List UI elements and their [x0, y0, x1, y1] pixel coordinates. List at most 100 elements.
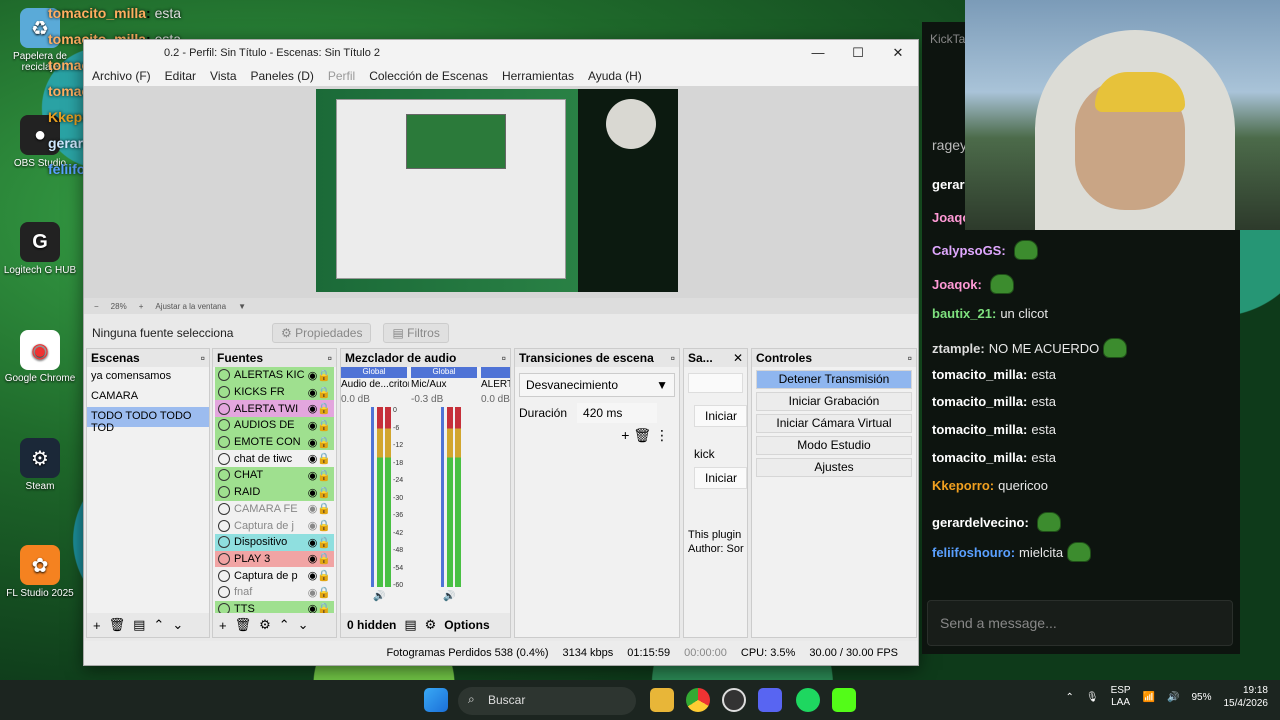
eye-icon[interactable]: ◉ [308, 552, 318, 565]
source-item[interactable]: Captura de p ◉ 🔒 [215, 567, 334, 584]
chat-username[interactable]: gerardelvecino: [932, 515, 1029, 530]
layout-icon[interactable]: ▤ [404, 617, 416, 633]
source-item[interactable]: fnaf ◉ 🔒 [215, 584, 334, 601]
down-arrow-icon[interactable]: ⌄ [172, 617, 183, 633]
eye-icon[interactable]: ◉ [308, 402, 318, 415]
source-item[interactable]: CHAT ◉ 🔒 [215, 467, 334, 484]
preview-area[interactable] [84, 86, 918, 298]
source-item[interactable]: Captura de j ◉ 🔒 [215, 517, 334, 534]
lock-icon[interactable]: 🔒 [317, 436, 331, 449]
speaker-icon[interactable]: 🔊 [373, 591, 385, 602]
zoom-out-button[interactable]: − [94, 302, 99, 311]
chat-username[interactable]: ztample: [932, 341, 985, 356]
trash-icon[interactable]: 🗑 [235, 617, 252, 633]
lock-icon[interactable]: 🔒 [317, 419, 331, 432]
minimize-icon[interactable]: — [798, 45, 838, 61]
source-item[interactable]: PLAY 3 ◉ 🔒 [215, 550, 334, 568]
desktop-icon[interactable]: ✿ FL Studio 2025 [1, 545, 79, 599]
volume-fader[interactable] [441, 407, 444, 587]
up-arrow-icon[interactable]: ⌃ [279, 617, 290, 633]
eye-icon[interactable]: ◉ [308, 486, 318, 499]
chat-username[interactable]: Kkeporro: [932, 478, 994, 493]
mic-icon[interactable]: 🎙 [1086, 692, 1099, 703]
chat-username[interactable]: bautix_21: [932, 306, 996, 321]
source-item[interactable]: ALERTAS KIC ◉ 🔒 [215, 367, 334, 384]
source-item[interactable]: KICKS FR ◉ 🔒 [215, 383, 334, 401]
dock-float-icon[interactable]: ▫ [502, 351, 506, 365]
properties-button[interactable]: ⚙ Propiedades [272, 323, 372, 343]
dock-float-icon[interactable]: ▫ [201, 351, 205, 365]
wifi-icon[interactable]: 📶 [1143, 692, 1155, 703]
chat-username[interactable]: tomacito_milla: [932, 367, 1027, 382]
filters-button[interactable]: ▤ Filtros [383, 323, 449, 343]
source-item[interactable]: RAID ◉ 🔒 [215, 483, 334, 501]
eye-icon[interactable]: ◉ [308, 452, 318, 465]
trash-icon[interactable]: 🗑 [109, 617, 126, 633]
add-icon[interactable]: + [93, 618, 101, 633]
chevron-down-icon[interactable]: ▼ [238, 302, 246, 311]
eye-icon[interactable]: ◉ [308, 386, 318, 399]
desktop-icon[interactable]: ⚙ Steam [1, 438, 79, 492]
lock-icon[interactable]: 🔒 [317, 569, 331, 582]
kick-icon[interactable] [832, 688, 856, 712]
source-item[interactable]: ALERTA TWI ◉ 🔒 [215, 400, 334, 418]
gear-icon[interactable]: ⚙ [259, 617, 271, 633]
desktop-icon[interactable]: G Logitech G HUB [1, 222, 79, 276]
source-item[interactable]: Dispositivo ◉ 🔒 [215, 533, 334, 551]
more-icon[interactable]: ⋮ [655, 427, 669, 443]
lock-icon[interactable]: 🔒 [317, 469, 331, 482]
source-item[interactable]: AUDIOS DE ◉ 🔒 [215, 417, 334, 434]
dock-float-icon[interactable]: ▫ [671, 351, 675, 365]
eye-icon[interactable]: ◉ [308, 436, 318, 449]
spotify-icon[interactable] [796, 688, 820, 712]
chat-username[interactable]: Joaqok: [932, 277, 982, 292]
chat-username[interactable]: gerar [932, 177, 965, 192]
menu-item[interactable]: Perfil [328, 69, 355, 83]
lock-icon[interactable]: 🔒 [317, 536, 331, 549]
menu-item[interactable]: Ayuda (H) [588, 69, 642, 83]
desktop-icon[interactable]: ◉ Google Chrome [1, 330, 79, 384]
lock-icon[interactable]: 🔒 [317, 386, 331, 399]
lock-icon[interactable]: 🔒 [317, 486, 331, 499]
chat-username[interactable]: CalypsoGS: [932, 243, 1006, 258]
close-icon[interactable]: ✕ [733, 351, 743, 365]
add-icon[interactable]: + [219, 618, 227, 633]
eye-icon[interactable]: ◉ [308, 519, 318, 532]
scene-item[interactable]: TODO TODO TODO TOD [87, 407, 209, 434]
eye-icon[interactable]: ◉ [308, 586, 318, 599]
menu-item[interactable]: Vista [210, 69, 236, 83]
obs-icon[interactable] [722, 688, 746, 712]
speaker-icon[interactable]: 🔊 [443, 591, 455, 602]
menu-item[interactable]: Colección de Escenas [369, 69, 488, 83]
language-indicator[interactable]: ESP LAA [1111, 685, 1131, 709]
lock-icon[interactable]: 🔒 [317, 502, 331, 515]
discord-icon[interactable] [758, 688, 782, 712]
dock-float-icon[interactable]: ▫ [328, 351, 332, 365]
source-item[interactable]: CAMARA FE ◉ 🔒 [215, 501, 334, 518]
up-arrow-icon[interactable]: ⌃ [153, 617, 164, 633]
control-button[interactable]: Iniciar Grabación [756, 392, 912, 411]
close-icon[interactable]: ✕ [878, 45, 918, 61]
volume-icon[interactable]: 🔊 [1167, 692, 1179, 703]
start-button-1[interactable]: Iniciar [694, 405, 747, 427]
dock-float-icon[interactable]: ▫ [908, 351, 912, 365]
control-button[interactable]: Iniciar Cámara Virtual [756, 414, 912, 433]
battery-level[interactable]: 95% [1191, 692, 1211, 703]
clock[interactable]: 19:18 15/4/2026 [1224, 684, 1269, 710]
volume-fader[interactable] [371, 407, 374, 587]
chat-username[interactable]: tomacito_milla: [932, 394, 1027, 409]
menu-item[interactable]: Editar [165, 69, 196, 83]
eye-icon[interactable]: ◉ [308, 419, 318, 432]
options-button[interactable]: Options [444, 618, 489, 632]
duration-input[interactable]: 420 ms [577, 403, 658, 423]
chat-username[interactable]: tomacito_milla: [932, 422, 1027, 437]
menu-item[interactable]: Archivo (F) [92, 69, 151, 83]
filter-icon[interactable]: ▤ [133, 617, 145, 633]
chat-message-input[interactable]: Send a message... [927, 600, 1233, 646]
gear-icon[interactable]: ⚙ [425, 617, 437, 633]
lock-icon[interactable]: 🔒 [317, 369, 331, 382]
add-icon[interactable]: + [621, 427, 629, 443]
source-item[interactable]: chat de tiwc ◉ 🔒 [215, 450, 334, 467]
eye-icon[interactable]: ◉ [308, 569, 318, 582]
menu-item[interactable]: Paneles (D) [251, 69, 314, 83]
